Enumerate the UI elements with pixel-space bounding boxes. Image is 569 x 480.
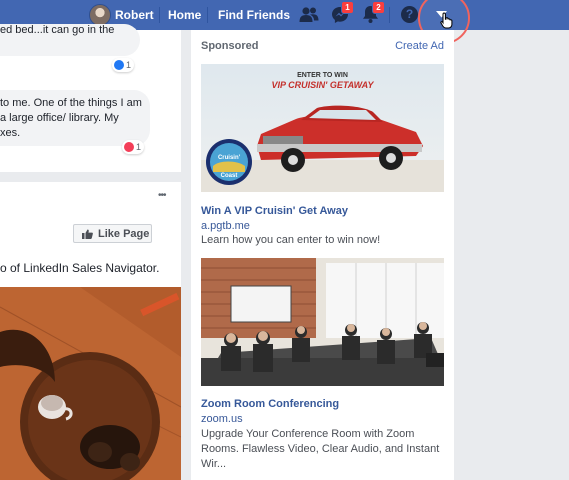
ad-image-cruisin[interactable]: ENTER TO WIN VIP CRUISIN' GETAWAY Cruisi…	[201, 64, 444, 192]
ad-image-caption-top: ENTER TO WIN	[297, 72, 348, 79]
ad-title[interactable]: Zoom Room Conferencing	[201, 398, 339, 410]
comment-line: xes.	[0, 127, 21, 139]
ad-url[interactable]: zoom.us	[201, 413, 243, 425]
find-friends-link[interactable]: Find Friends	[218, 0, 290, 30]
ad-description-line: Rooms. Flawless Video, Clear Audio, and …	[201, 443, 440, 455]
ad-url[interactable]: a.pgtb.me	[201, 220, 250, 232]
ad-title[interactable]: Win A VIP Cruisin' Get Away	[201, 205, 348, 217]
love-reaction-icon	[124, 141, 134, 152]
like-page-label: Like Page	[98, 228, 150, 240]
comment-text: ed bed...it can go in the	[0, 24, 115, 36]
post-image[interactable]	[0, 287, 181, 480]
ad-description-line: Upgrade Your Conference Room with Zoom	[201, 428, 415, 440]
divider	[207, 7, 208, 23]
notifications-badge: 2	[372, 1, 385, 14]
help-icon[interactable]: ?	[401, 6, 418, 23]
ad-image-zoom[interactable]	[201, 258, 444, 386]
post-text: o of LinkedIn Sales Navigator.	[0, 261, 160, 275]
thumbs-up-icon	[82, 229, 93, 239]
sponsored-heading: Sponsored	[201, 40, 259, 52]
messages-badge: 1	[341, 1, 354, 14]
like-reaction-icon	[114, 59, 124, 70]
ad-logo-text: Coast	[220, 173, 238, 179]
reaction-number: 1	[136, 142, 142, 152]
comment-bubble: ed bed...it can go in the	[0, 24, 140, 56]
ad-logo-text: Cruisin'	[217, 155, 241, 161]
hand-cursor-icon	[440, 12, 453, 29]
comment-line: to me. One of the things I am	[0, 97, 142, 109]
help-symbol: ?	[405, 7, 414, 21]
friend-requests-icon[interactable]	[299, 6, 319, 23]
ad-image-caption-main: VIP CRUISIN' GETAWAY	[271, 80, 374, 90]
page-post-card: ••• Like Page o of LinkedIn Sales Naviga…	[0, 182, 181, 480]
divider	[159, 7, 160, 23]
post-options-icon[interactable]: •••	[158, 190, 166, 201]
ad-description-line: Wir...	[201, 458, 227, 470]
create-ad-link[interactable]: Create Ad	[395, 40, 444, 52]
reaction-number: 1	[126, 60, 132, 70]
like-page-button[interactable]: Like Page	[73, 224, 152, 243]
comments-card: ed bed...it can go in the 1 to me. One o…	[0, 24, 181, 172]
comment-line: a large office/ library. My	[0, 112, 119, 124]
sponsored-panel: Sponsored Create Ad ENTER TO WIN VIP CRU…	[191, 30, 454, 480]
home-link[interactable]: Home	[168, 0, 201, 30]
comment-bubble: to me. One of the things I am a large of…	[0, 90, 150, 146]
reaction-count[interactable]: 1	[112, 58, 135, 72]
reaction-count[interactable]: 1	[122, 140, 145, 154]
ad-description: Learn how you can enter to win now!	[201, 234, 381, 246]
divider	[389, 7, 390, 23]
